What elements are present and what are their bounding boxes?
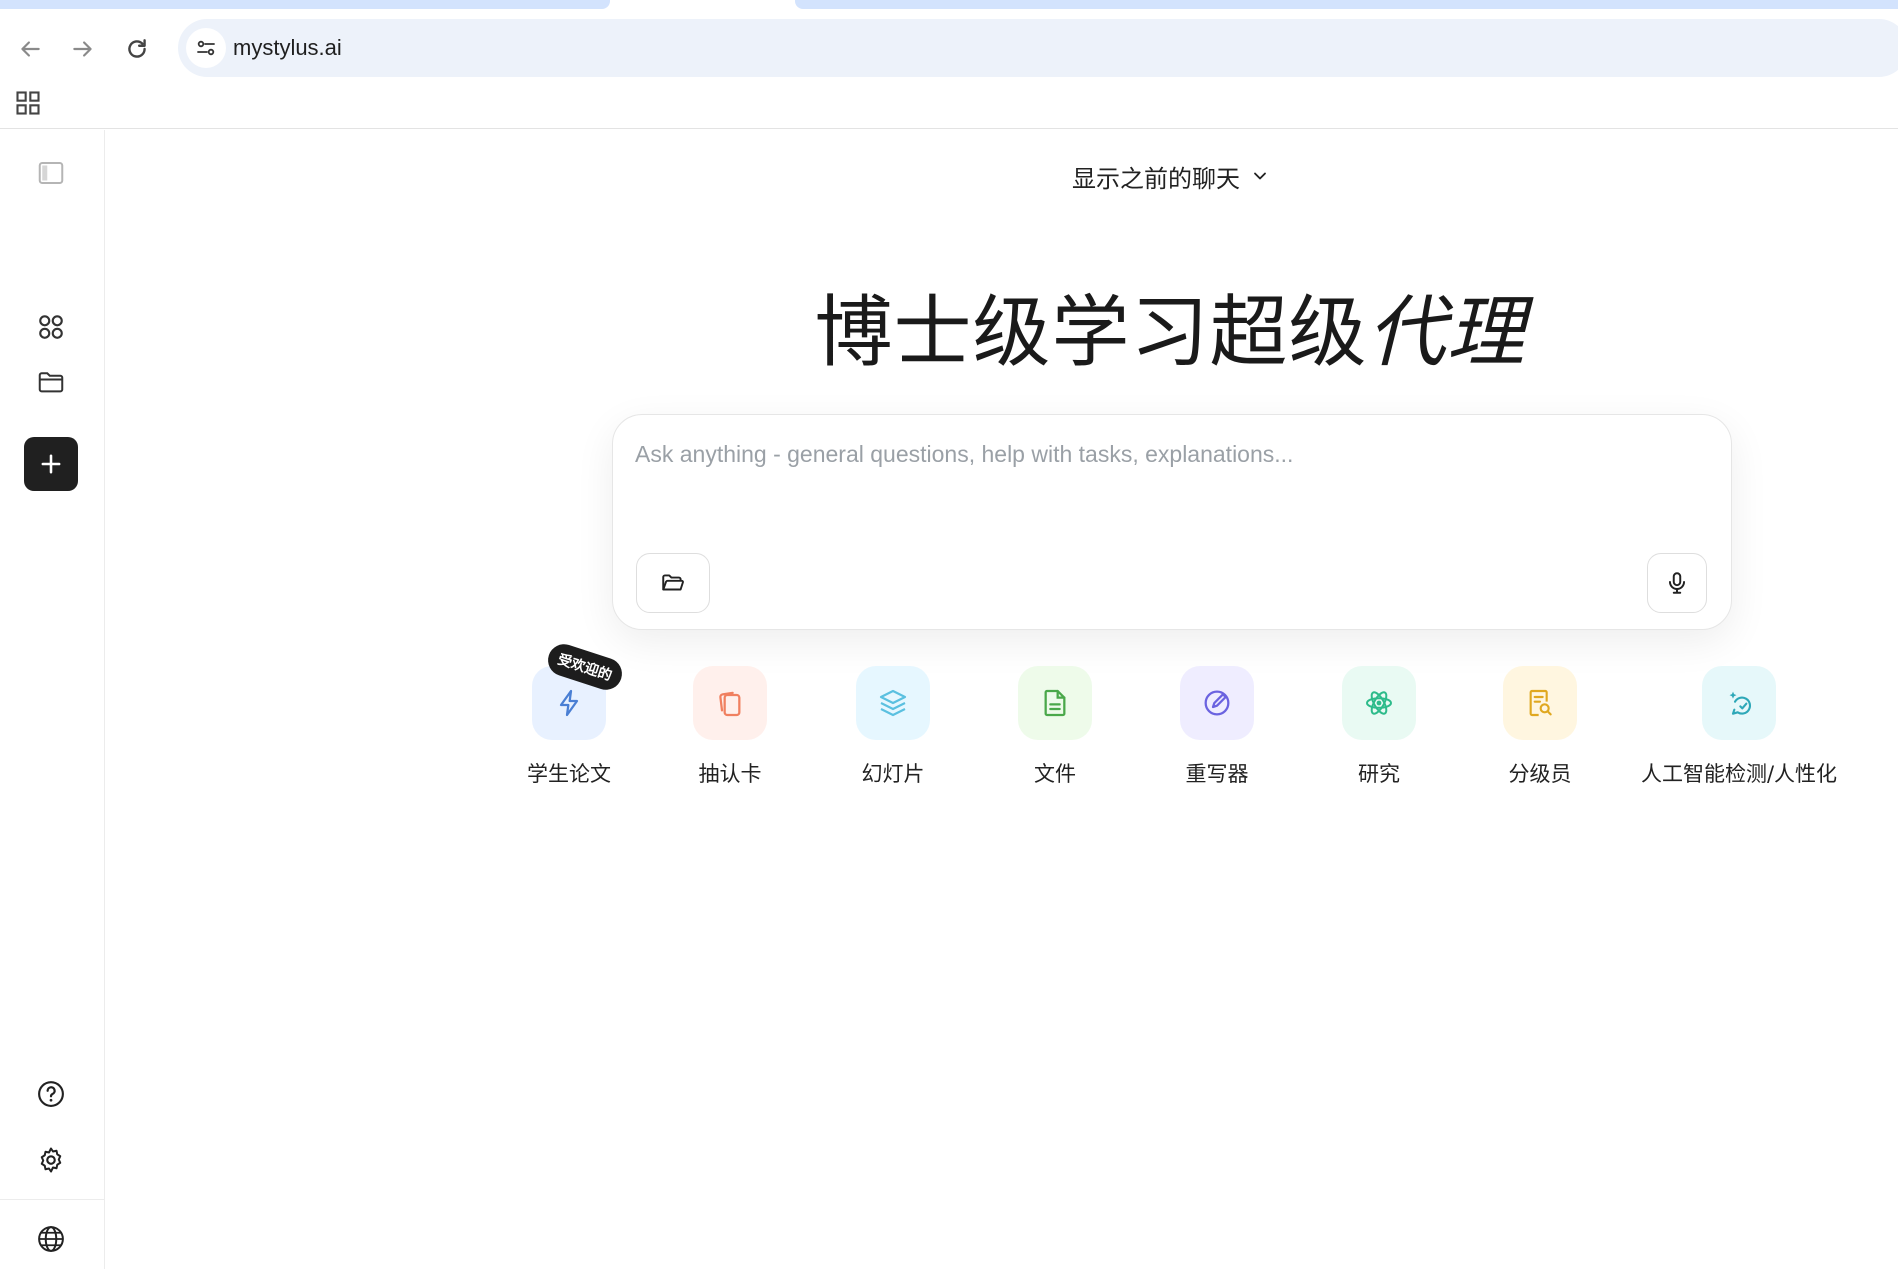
tool-tile[interactable] — [1702, 666, 1776, 740]
tool-label: 幻灯片 — [861, 762, 925, 786]
tool-ai-detector[interactable]: 人工智能检测/人性化 — [1628, 666, 1850, 788]
gear-icon — [40, 1147, 62, 1173]
tool-document[interactable]: 文件 — [1007, 666, 1103, 788]
tool-grader[interactable]: 分级员 — [1492, 666, 1588, 788]
tool-tile[interactable] — [1018, 666, 1092, 740]
voice-input-button[interactable] — [1647, 553, 1707, 613]
tool-label: 学生论文 — [527, 762, 611, 786]
apps-circles-icon — [39, 315, 63, 339]
apps-button[interactable] — [30, 306, 72, 348]
tune-icon — [197, 40, 215, 56]
tool-tile[interactable] — [1342, 666, 1416, 740]
tool-label: 重写器 — [1185, 762, 1249, 786]
tool-tile[interactable] — [856, 666, 930, 740]
tool-slides[interactable]: 幻灯片 — [845, 666, 941, 788]
reload-icon — [128, 39, 146, 58]
bookmarks-bar — [0, 77, 1898, 129]
address-bar[interactable]: mystylus.ai — [178, 19, 1898, 77]
tool-label: 文件 — [1034, 762, 1076, 786]
settings-button[interactable] — [30, 1139, 72, 1181]
arrow-left-icon — [21, 41, 40, 57]
layers-icon — [879, 689, 907, 717]
folder-icon — [38, 372, 64, 393]
grade-doc-icon — [1529, 689, 1552, 717]
chat-composer — [612, 414, 1732, 630]
url-text[interactable]: mystylus.ai — [233, 35, 342, 61]
page-title: 博士级学习超级代理 — [700, 270, 1640, 382]
previous-chats-label: 显示之前的聊天 — [1072, 164, 1240, 193]
forward-button[interactable] — [63, 29, 103, 69]
help-button[interactable] — [30, 1073, 72, 1115]
folder-open-icon — [662, 574, 684, 591]
tool-label: 分级员 — [1508, 762, 1572, 786]
browser-toolbar: mystylus.ai — [0, 9, 1898, 77]
apps-grid-icon[interactable] — [14, 89, 42, 117]
previous-chats-toggle[interactable]: 显示之前的聊天 — [1072, 158, 1270, 194]
arrow-right-icon — [73, 41, 92, 57]
tool-label: 人工智能检测/人性化 — [1640, 762, 1838, 786]
lightning-icon — [559, 689, 579, 717]
attach-file-button[interactable] — [636, 553, 710, 613]
folders-button[interactable] — [30, 361, 72, 403]
tab-inactive[interactable] — [0, 0, 610, 9]
tool-tile[interactable] — [1503, 666, 1577, 740]
site-info-button[interactable] — [186, 28, 226, 68]
globe-icon — [38, 1226, 64, 1252]
atom-icon — [1366, 691, 1392, 715]
tool-rewriter[interactable]: 重写器 — [1169, 666, 1265, 788]
rewrite-icon — [1204, 690, 1230, 716]
back-button[interactable] — [10, 29, 50, 69]
cards-icon — [719, 691, 741, 717]
chat-input[interactable] — [635, 441, 1695, 468]
reload-button[interactable] — [117, 29, 157, 69]
plus-icon — [41, 454, 61, 474]
sidebar-divider — [0, 1199, 105, 1200]
chevron-down-icon — [1254, 172, 1266, 180]
page-title-regular: 博士级学习超级 — [814, 288, 1368, 378]
tool-research[interactable]: 研究 — [1331, 666, 1427, 788]
document-icon — [1044, 689, 1066, 717]
sidebar — [0, 130, 105, 1269]
sidebar-toggle-button[interactable] — [30, 152, 72, 194]
tool-tile[interactable] — [1180, 666, 1254, 740]
ai-detect-icon — [1729, 691, 1751, 715]
language-button[interactable] — [30, 1218, 72, 1260]
help-icon — [38, 1081, 64, 1107]
tool-tile[interactable] — [693, 666, 767, 740]
tab-strip — [0, 0, 1898, 9]
page-title-italic: 代理 — [1367, 288, 1526, 378]
microphone-icon — [1668, 572, 1686, 594]
tool-flashcards[interactable]: 抽认卡 — [682, 666, 778, 788]
new-chat-button[interactable] — [24, 437, 78, 491]
tab-inactive[interactable] — [795, 0, 1898, 9]
tool-label: 抽认卡 — [698, 762, 762, 786]
tool-label: 研究 — [1358, 762, 1400, 786]
sidebar-toggle-icon — [38, 162, 64, 184]
